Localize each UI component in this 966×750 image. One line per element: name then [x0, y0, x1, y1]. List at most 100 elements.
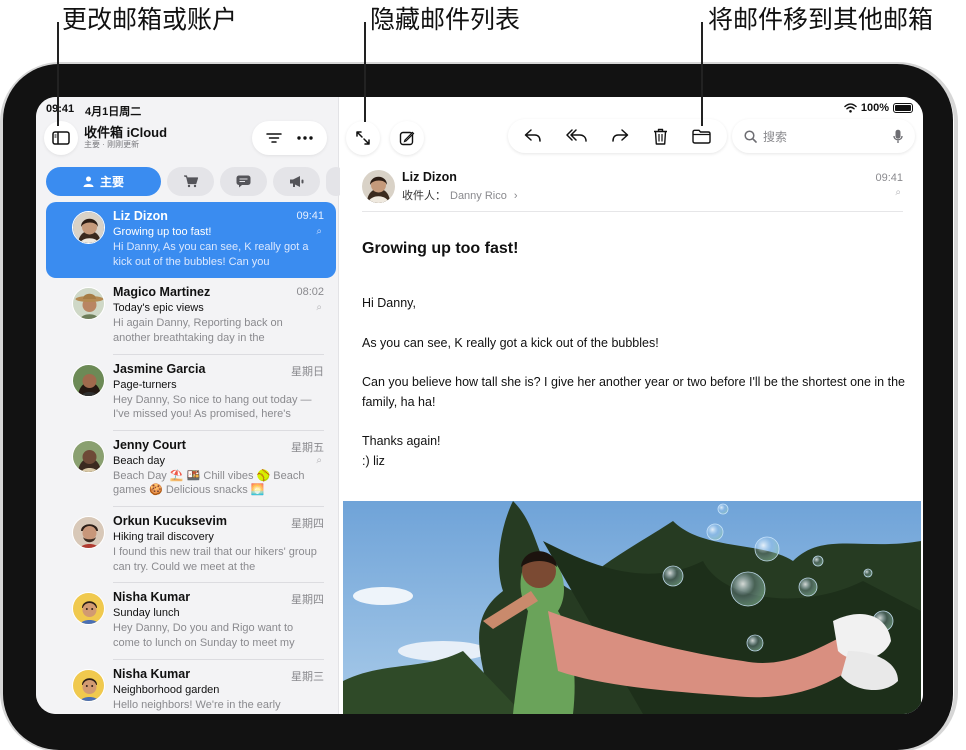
list-item[interactable]: Nisha Kumar 星期四 Sunday lunch Hey Danny, …	[46, 583, 336, 660]
search-input[interactable]: 搜索	[763, 128, 887, 145]
chevron-right-icon: ›	[510, 190, 518, 202]
paperclip-icon: ⌕	[895, 187, 901, 198]
sender: Magico Martinez	[113, 285, 211, 300]
avatar	[72, 287, 105, 321]
status-time: 09:41	[46, 103, 75, 115]
search-icon	[744, 129, 757, 143]
subject: Page-turners	[113, 378, 177, 391]
avatar	[72, 516, 105, 550]
delete-button[interactable]	[653, 128, 668, 145]
hide-list-button[interactable]	[346, 121, 380, 155]
attached-photo[interactable]	[343, 501, 921, 714]
recipient-name[interactable]: Danny Rico	[450, 190, 507, 202]
category-transactions-tab[interactable]	[167, 167, 214, 196]
sender-name[interactable]: Liz Dizon	[402, 170, 457, 184]
sender: Nisha Kumar	[113, 590, 191, 605]
preview: I found this new trail that our hikers' …	[113, 546, 317, 573]
avatar	[72, 592, 105, 626]
list-item[interactable]: Liz Dizon 09:41 Growing up too fast! ⌕ H…	[46, 202, 336, 279]
time: 星期日	[291, 365, 324, 378]
megaphone-icon	[289, 176, 303, 187]
sidebar-icon	[52, 131, 70, 145]
reply-all-button[interactable]	[565, 128, 588, 144]
list-actions-group	[252, 121, 327, 155]
reply-button[interactable]	[524, 128, 542, 144]
message-list: Liz Dizon 09:41 Growing up too fast! ⌕ H…	[46, 202, 336, 714]
avatar	[72, 668, 105, 702]
cart-icon	[183, 175, 198, 188]
greeting: Hi Danny,	[362, 296, 416, 310]
callout-line-hide-list	[364, 22, 366, 122]
list-item[interactable]: Nisha Kumar 星期三 Neighborhood garden Hell…	[46, 660, 336, 714]
mailbox-subtitle: 主要 · 刚刚更新	[84, 140, 140, 149]
message-list-sidebar: 09:41 4月1日周二 收件箱 iCloud 主要 · 刚刚更新 主要 Liz…	[36, 97, 346, 714]
status-date: 4月1日周二	[85, 106, 142, 118]
list-item[interactable]: Orkun Kucuksevim 星期四 Hiking trail discov…	[46, 507, 336, 584]
paperclip-icon: ⌕	[316, 302, 322, 314]
search-field[interactable]: 搜索	[732, 119, 915, 153]
header-divider	[362, 211, 903, 212]
filter-button[interactable]	[266, 132, 282, 144]
battery-percent: 100%	[860, 102, 889, 114]
callout-change-mailbox: 更改邮箱或账户	[62, 5, 238, 34]
avatar	[72, 439, 105, 473]
microphone-icon[interactable]	[893, 129, 903, 144]
recipient-line: 收件人： Danny Rico ›	[402, 187, 518, 203]
message-subject: Growing up too fast!	[362, 240, 519, 257]
message-actions-group	[508, 119, 727, 153]
callout-hide-list: 隐藏邮件列表	[370, 5, 521, 34]
sender: Jenny Court	[113, 437, 186, 452]
message-icon	[236, 175, 251, 188]
sender-avatar	[362, 170, 395, 203]
callout-line-move	[701, 22, 703, 126]
wifi-icon	[844, 103, 857, 113]
callout-move-message: 将邮件移到其他邮箱	[708, 5, 934, 34]
person-icon	[83, 176, 94, 187]
preview: Beach Day ⛱️ 🍱 Chill vibes 🥎 Beach games…	[113, 469, 305, 497]
move-to-folder-button[interactable]	[692, 129, 711, 144]
avatar	[72, 363, 105, 397]
time: 08:02	[296, 286, 324, 299]
ipad-screen: 09:41 4月1日周二 收件箱 iCloud 主要 · 刚刚更新 主要 Liz…	[36, 97, 923, 714]
paragraph: Can you believe how tall she is? I give …	[362, 375, 905, 409]
callout-line-mailbox	[57, 22, 59, 126]
message-body: Hi Danny, As you can see, K really got a…	[362, 294, 907, 471]
category-primary-label: 主要	[99, 175, 124, 189]
preview: Hi again Danny, Reporting back on anothe…	[113, 317, 283, 344]
subject: Growing up too fast!	[113, 226, 212, 238]
thanks: Thanks again!	[362, 434, 441, 448]
category-primary-tab[interactable]: 主要	[46, 167, 161, 196]
category-promotions-tab[interactable]	[273, 167, 320, 196]
sidebar-toggle-button[interactable]	[44, 121, 78, 155]
subject: Hiking trail discovery	[113, 531, 214, 544]
compose-icon	[399, 131, 415, 146]
message-time: 09:41	[875, 172, 903, 184]
ellipsis-icon	[297, 136, 313, 140]
compose-button[interactable]	[390, 121, 424, 155]
time: 星期四	[291, 518, 324, 531]
collapse-arrows-icon	[356, 131, 370, 145]
paragraph: As you can see, K really got a kick out …	[362, 335, 659, 350]
subject: Sunday lunch	[113, 607, 180, 620]
category-updates-tab[interactable]	[220, 167, 267, 196]
sender: Jasmine Garcia	[113, 361, 206, 376]
status-right: 100%	[844, 102, 913, 114]
preview: Hi Danny, As you can see, K really got a…	[113, 241, 309, 268]
more-button[interactable]	[297, 136, 313, 140]
forward-button[interactable]	[611, 128, 629, 144]
preview: Hey Danny, Do you and Rigo want to come …	[113, 622, 295, 649]
time: 星期五	[291, 441, 324, 454]
signature: :) liz	[362, 453, 385, 468]
reply-all-icon	[565, 129, 587, 142]
time: 09:41	[296, 210, 324, 222]
list-item[interactable]: Jasmine Garcia 星期日 Page-turners Hey Dann…	[46, 355, 336, 431]
subject: Today's epic views	[113, 302, 204, 315]
sender: Liz Dizon	[113, 209, 168, 223]
preview: Hey Danny, So nice to hang out today —I'…	[113, 393, 312, 421]
list-item[interactable]: Magico Martinez 08:02 Today's epic views…	[46, 278, 336, 355]
paperclip-icon: ⌕	[316, 226, 322, 237]
subject: Beach day	[113, 454, 165, 467]
trash-icon	[654, 128, 668, 145]
preview: Hello neighbors! We're in the early	[113, 698, 281, 711]
list-item[interactable]: Jenny Court 星期五 Beach day ⌕ Beach Day ⛱️…	[46, 431, 336, 508]
